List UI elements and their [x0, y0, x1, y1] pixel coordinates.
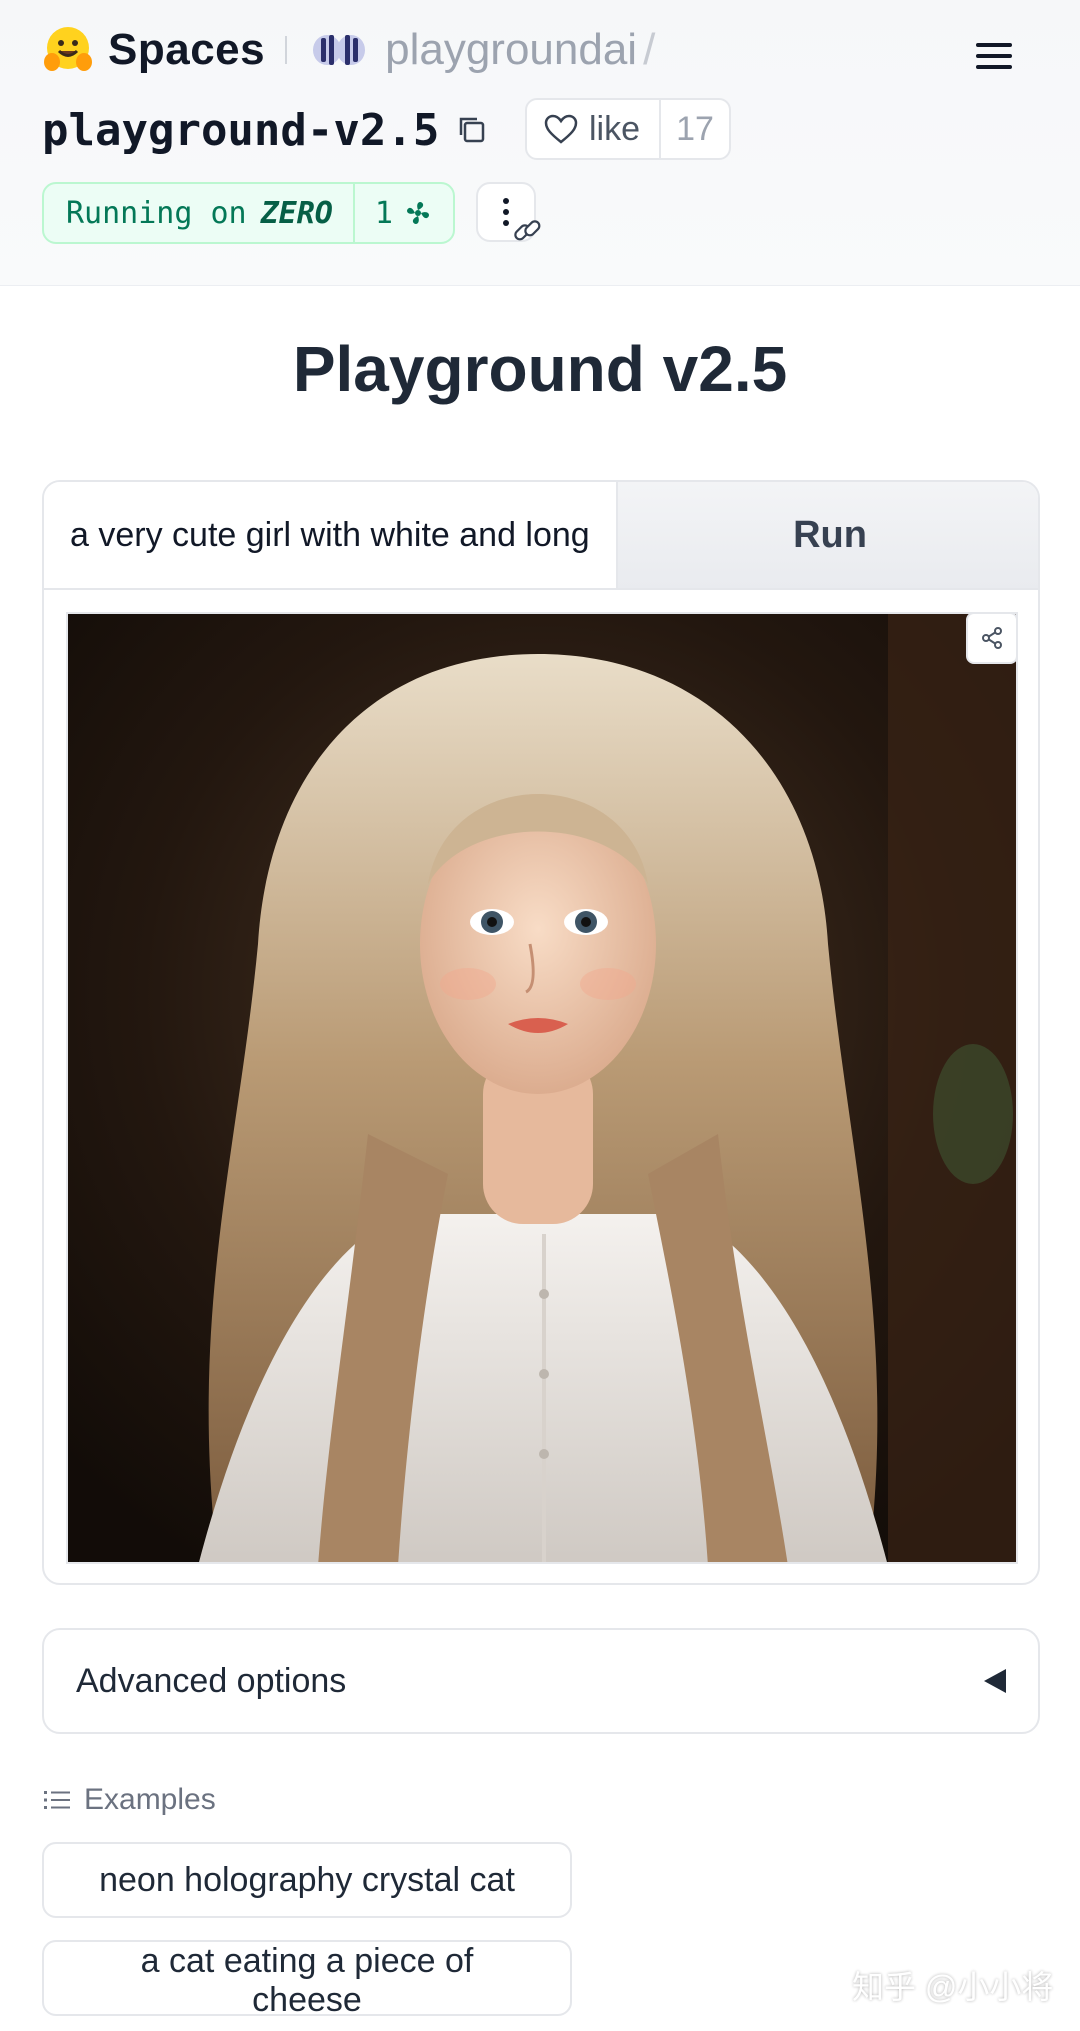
generation-panel: Run: [42, 480, 1040, 1585]
copy-icon[interactable]: [455, 113, 489, 147]
link-icon[interactable]: [510, 214, 544, 248]
space-header: Spaces playgroundai / playground-v2.5 li…: [0, 0, 1080, 286]
org-link[interactable]: playgroundai: [385, 25, 637, 75]
like-label: like: [589, 109, 641, 148]
caret-left-icon[interactable]: [982, 1666, 1008, 1696]
running-label: Running on: [66, 195, 247, 231]
share-button[interactable]: [966, 612, 1018, 664]
spaces-link[interactable]: Spaces: [108, 25, 265, 75]
advanced-options-accordion[interactable]: Advanced options: [42, 1628, 1040, 1734]
space-status: Running on ZERO 1: [42, 182, 455, 244]
hardware-label: ZERO: [260, 195, 333, 231]
like-count[interactable]: 17: [661, 100, 729, 158]
fan-icon: [406, 202, 429, 224]
running-status-badge[interactable]: Running on ZERO 1: [42, 182, 455, 244]
breadcrumb-separator: /: [643, 25, 656, 74]
generated-image-canvas: [68, 614, 1016, 1562]
divider: [285, 36, 288, 64]
examples-header: Examples: [44, 1780, 216, 1820]
like-button[interactable]: like 17: [525, 98, 731, 160]
replica-count: 1: [374, 195, 393, 231]
hugging-face-icon[interactable]: [42, 24, 94, 76]
replica-status: 1: [355, 184, 453, 242]
examples-label: Examples: [84, 1783, 216, 1816]
watermark: 知乎 @小小将: [852, 1969, 1054, 2005]
repo-name: playground-v2.5: [42, 104, 440, 156]
list-icon: [44, 1791, 70, 1809]
like-toggle[interactable]: like: [527, 100, 661, 158]
advanced-options-label: Advanced options: [76, 1661, 347, 1700]
run-button[interactable]: Run: [618, 482, 1038, 590]
repo-title: playground-v2.5: [42, 98, 489, 162]
generated-image: [66, 612, 1018, 1564]
breadcrumb: Spaces playgroundai /: [42, 22, 655, 78]
playground-org-icon: [313, 35, 366, 65]
share-icon: [982, 627, 1002, 649]
hardware-status: Running on ZERO: [44, 184, 355, 242]
example-button[interactable]: a cat eating a piece of cheese: [42, 1940, 572, 2019]
heart-icon: [544, 114, 578, 144]
example-button[interactable]: neon holography crystal cat: [42, 1842, 572, 1918]
prompt-input[interactable]: [44, 482, 618, 590]
hamburger-menu-icon[interactable]: [968, 30, 1020, 82]
page-title: Playground v2.5: [292, 333, 788, 405]
